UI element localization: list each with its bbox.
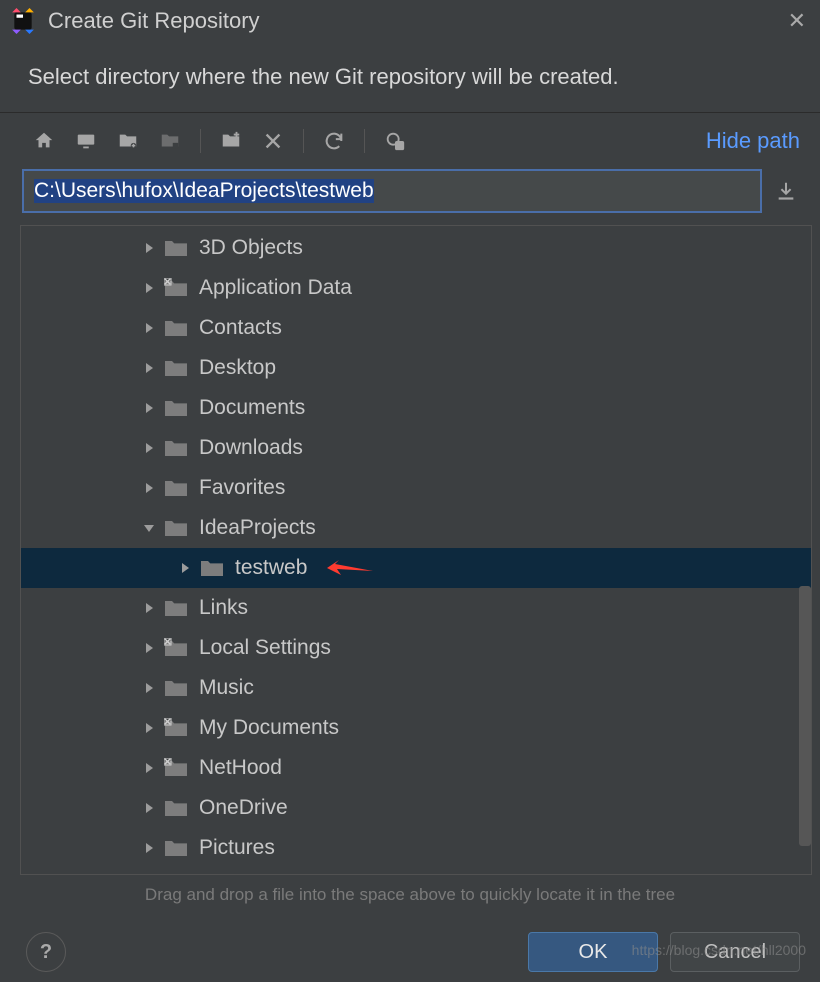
tree-node-label: Favorites [199,476,285,500]
folder-icon [161,838,191,858]
tree-node[interactable]: OneDrive [21,788,811,828]
folder-icon [161,438,191,458]
expand-arrow-icon[interactable] [137,282,161,294]
expand-arrow-icon[interactable] [173,562,197,574]
delete-icon[interactable] [257,125,289,157]
tree-node-label: 3D Objects [199,236,303,260]
tree-node[interactable]: Application Data [21,268,811,308]
directory-tree[interactable]: 3D Objects Application Data Contacts Deskto… [20,225,812,875]
toolbar-separator [364,129,365,153]
expand-arrow-icon[interactable] [137,242,161,254]
refresh-icon[interactable] [318,125,350,157]
ok-button[interactable]: OK [528,932,658,972]
tree-node-label: Downloads [199,436,303,460]
save-path-icon[interactable] [772,180,800,202]
module-folder-icon[interactable] [154,125,186,157]
folder-icon [161,678,191,698]
folder-icon [161,478,191,498]
tree-node-label: NetHood [199,756,282,780]
expand-arrow-icon[interactable] [137,322,161,334]
dialog-title: Create Git Repository [48,8,788,34]
tree-node-label: Documents [199,396,305,420]
tree-node-label: Contacts [199,316,282,340]
tree-node[interactable]: Local Settings [21,628,811,668]
tree-node[interactable]: Desktop [21,348,811,388]
tree-node[interactable]: Pictures [21,828,811,868]
tree-node-label: IdeaProjects [199,516,316,540]
folder-icon [161,238,191,258]
desktop-icon[interactable] [70,125,102,157]
folder-icon [161,638,191,658]
folder-icon [161,718,191,738]
expand-arrow-icon[interactable] [137,682,161,694]
path-input[interactable] [22,169,762,213]
tree-node-label: Music [199,676,254,700]
toolbar: Hide path [0,113,820,165]
annotation-arrow-icon [327,560,373,576]
help-button[interactable]: ? [26,932,66,972]
tree-node[interactable]: Downloads [21,428,811,468]
folder-icon [161,758,191,778]
tree-node[interactable]: testweb [21,548,811,588]
folder-icon [161,358,191,378]
project-folder-icon[interactable] [112,125,144,157]
home-icon[interactable] [28,125,60,157]
tree-node-label: Desktop [199,356,276,380]
expand-arrow-icon[interactable] [137,602,161,614]
folder-icon [197,558,227,578]
new-folder-icon[interactable] [215,125,247,157]
expand-arrow-icon[interactable] [137,802,161,814]
expand-arrow-icon[interactable] [137,762,161,774]
tree-node[interactable]: My Documents [21,708,811,748]
toolbar-separator [200,129,201,153]
hide-path-link[interactable]: Hide path [706,128,800,154]
toolbar-separator [303,129,304,153]
expand-arrow-icon[interactable] [137,482,161,494]
tree-node[interactable]: Documents [21,388,811,428]
tree-node[interactable]: Links [21,588,811,628]
folder-icon [161,518,191,538]
tree-node-label: My Documents [199,716,339,740]
path-row [0,165,820,219]
expand-arrow-icon[interactable] [137,842,161,854]
show-hidden-icon[interactable] [379,125,411,157]
tree-node-label: Pictures [199,836,275,860]
tree-node-label: OneDrive [199,796,288,820]
expand-arrow-icon[interactable] [137,722,161,734]
tree-node[interactable]: NetHood [21,748,811,788]
tree-node[interactable]: 3D Objects [21,228,811,268]
tree-node[interactable]: Music [21,668,811,708]
tree-node-label: Application Data [199,276,352,300]
tree-node-label: Local Settings [199,636,331,660]
cancel-button[interactable]: Cancel [670,932,800,972]
footer: ? OK Cancel [0,922,820,982]
expand-arrow-icon[interactable] [137,522,161,534]
tree-node[interactable]: Favorites [21,468,811,508]
app-icon [10,8,36,34]
tree-node[interactable]: IdeaProjects [21,508,811,548]
dialog-subtitle: Select directory where the new Git repos… [0,44,820,112]
folder-icon [161,278,191,298]
expand-arrow-icon[interactable] [137,362,161,374]
folder-icon [161,798,191,818]
expand-arrow-icon[interactable] [137,402,161,414]
expand-arrow-icon[interactable] [137,642,161,654]
folder-icon [161,318,191,338]
close-icon[interactable]: ✕ [788,8,806,34]
tree-node-label: Links [199,596,248,620]
dragdrop-hint: Drag and drop a file into the space abov… [0,875,820,921]
expand-arrow-icon[interactable] [137,442,161,454]
titlebar: Create Git Repository ✕ [0,0,820,44]
scrollbar-thumb[interactable] [799,586,811,846]
tree-node-label: testweb [235,556,307,580]
tree-node[interactable]: Contacts [21,308,811,348]
folder-icon [161,598,191,618]
folder-icon [161,398,191,418]
